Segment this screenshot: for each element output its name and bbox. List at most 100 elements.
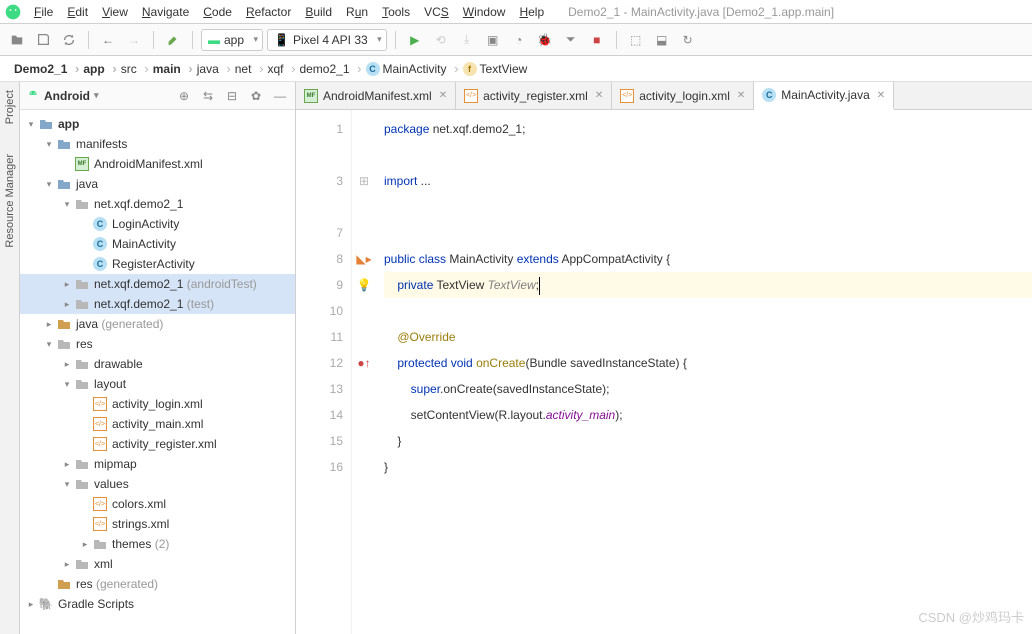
crumb-mainactivity[interactable]: CMainActivity: [358, 60, 455, 78]
class-icon: C: [93, 237, 107, 251]
crumb-xqf[interactable]: xqf: [259, 60, 291, 78]
node-mipmap[interactable]: ▸mipmap: [20, 454, 295, 474]
node-res[interactable]: ▾res: [20, 334, 295, 354]
node-java[interactable]: ▾java: [20, 174, 295, 194]
menu-help[interactable]: Help: [513, 3, 550, 21]
node-strings[interactable]: ▸</>strings.xml: [20, 514, 295, 534]
run-line-icon[interactable]: ◣▸: [352, 246, 376, 272]
manifest-icon: MF: [304, 89, 318, 103]
node-java-gen[interactable]: ▸java (generated): [20, 314, 295, 334]
menu-navigate[interactable]: Navigate: [136, 3, 195, 21]
node-loginactivity[interactable]: ▸CLoginActivity: [20, 214, 295, 234]
menu-view[interactable]: View: [96, 3, 134, 21]
tab-androidmanifest[interactable]: MFAndroidManifest.xml✕: [296, 82, 456, 109]
crumb-java[interactable]: java: [189, 60, 227, 78]
node-pkg-androidtest[interactable]: ▸net.xqf.demo2_1 (androidTest): [20, 274, 295, 294]
node-drawable[interactable]: ▸drawable: [20, 354, 295, 374]
crumb-demo21[interactable]: demo2_1: [291, 60, 357, 78]
node-gradle[interactable]: ▸🐘Gradle Scripts: [20, 594, 295, 614]
open-button[interactable]: [6, 29, 28, 51]
menu-run[interactable]: Run: [340, 3, 374, 21]
node-activity-register[interactable]: ▸</>activity_register.xml: [20, 434, 295, 454]
menu-code[interactable]: Code: [197, 3, 238, 21]
close-icon[interactable]: ✕: [595, 90, 603, 101]
view-selector[interactable]: Android ▾: [26, 89, 99, 103]
settings-icon[interactable]: ✿: [247, 87, 265, 105]
tab-activity-login[interactable]: </>activity_login.xml✕: [612, 82, 754, 109]
line-gutter: 1378910111213141516: [296, 110, 352, 634]
menu-bar: FFileile Edit View Navigate Code Refacto…: [0, 0, 1032, 24]
back-button[interactable]: ←: [97, 29, 119, 51]
module-label: app: [224, 33, 244, 47]
node-themes[interactable]: ▸themes (2): [20, 534, 295, 554]
xml-icon: </>: [620, 89, 634, 103]
run-button[interactable]: ▶: [404, 29, 426, 51]
module-selector[interactable]: ▬ app: [201, 29, 263, 51]
menu-edit[interactable]: Edit: [61, 3, 94, 21]
node-activity-main[interactable]: ▸</>activity_main.xml: [20, 414, 295, 434]
menu-tools[interactable]: Tools: [376, 3, 416, 21]
menu-vcs[interactable]: VCS: [418, 3, 455, 21]
expand-all-icon[interactable]: ⇆: [199, 87, 217, 105]
debug-button[interactable]: ⤓: [456, 29, 478, 51]
profile-button[interactable]: ◔: [508, 29, 530, 51]
select-opened-file-icon[interactable]: ⊕: [175, 87, 193, 105]
rail-project[interactable]: Project: [4, 90, 16, 124]
hide-icon[interactable]: —: [271, 87, 289, 105]
avd-button[interactable]: ⬚: [625, 29, 647, 51]
node-xml[interactable]: ▸xml: [20, 554, 295, 574]
xml-icon: </>: [464, 89, 478, 103]
close-icon[interactable]: ✕: [439, 90, 447, 101]
node-colors[interactable]: ▸</>colors.xml: [20, 494, 295, 514]
node-pkg-main[interactable]: ▾net.xqf.demo2_1: [20, 194, 295, 214]
node-values[interactable]: ▾values: [20, 474, 295, 494]
node-layout[interactable]: ▾layout: [20, 374, 295, 394]
attach-button[interactable]: ⏷: [560, 29, 582, 51]
code-editor[interactable]: 1378910111213141516 ⊞ ◣▸ 💡 ●↑ package ne…: [296, 110, 1032, 634]
editor-tabs: MFAndroidManifest.xml✕ </>activity_regis…: [296, 82, 1032, 110]
fold-icon[interactable]: ⊞: [352, 168, 376, 194]
forward-button[interactable]: →: [123, 29, 145, 51]
bulb-icon[interactable]: 💡: [352, 272, 376, 298]
menu-build[interactable]: Build: [299, 3, 338, 21]
bug-button[interactable]: 🐞: [534, 29, 556, 51]
tab-activity-register[interactable]: </>activity_register.xml✕: [456, 82, 612, 109]
collapse-icon[interactable]: ⊟: [223, 87, 241, 105]
node-app[interactable]: ▾app: [20, 114, 295, 134]
crumb-net[interactable]: net: [227, 60, 260, 78]
coverage-button[interactable]: ▣: [482, 29, 504, 51]
node-manifests[interactable]: ▾manifests: [20, 134, 295, 154]
close-icon[interactable]: ✕: [737, 90, 745, 101]
menu-window[interactable]: Window: [457, 3, 512, 21]
field-icon: f: [463, 62, 477, 76]
crumb-project[interactable]: Demo2_1: [6, 60, 75, 78]
node-res-gen[interactable]: ▸res (generated): [20, 574, 295, 594]
apply-changes-button[interactable]: ⟲: [430, 29, 452, 51]
xml-icon: </>: [93, 397, 107, 411]
node-pkg-test[interactable]: ▸net.xqf.demo2_1 (test): [20, 294, 295, 314]
save-button[interactable]: [32, 29, 54, 51]
menu-refactor[interactable]: Refactor: [240, 3, 297, 21]
build-hammer-button[interactable]: [162, 29, 184, 51]
crumb-app[interactable]: app: [75, 60, 112, 78]
close-icon[interactable]: ✕: [877, 90, 885, 101]
node-activity-login[interactable]: ▸</>activity_login.xml: [20, 394, 295, 414]
device-selector[interactable]: 📱 Pixel 4 API 33: [267, 29, 387, 51]
stop-button[interactable]: ■: [586, 29, 608, 51]
node-registeractivity[interactable]: ▸CRegisterActivity: [20, 254, 295, 274]
crumb-main[interactable]: main: [145, 60, 189, 78]
code-lines[interactable]: package net.xqf.demo2_1; import ... publ…: [376, 110, 1032, 634]
menu-file[interactable]: FFileile: [28, 3, 59, 21]
editor-area: MFAndroidManifest.xml✕ </>activity_regis…: [296, 82, 1032, 634]
node-mainactivity[interactable]: ▸CMainActivity: [20, 234, 295, 254]
override-icon[interactable]: ●↑: [352, 350, 376, 376]
rail-resource-manager[interactable]: Resource Manager: [4, 154, 16, 248]
node-androidmanifest[interactable]: ▸MFAndroidManifest.xml: [20, 154, 295, 174]
crumb-src[interactable]: src: [113, 60, 145, 78]
sync-button[interactable]: [58, 29, 80, 51]
sdk-button[interactable]: ⬓: [651, 29, 673, 51]
class-icon: C: [93, 257, 107, 271]
crumb-textview[interactable]: fTextView: [455, 60, 536, 78]
sync-gradle-button[interactable]: ↻: [677, 29, 699, 51]
tab-mainactivity[interactable]: CMainActivity.java✕: [754, 82, 894, 110]
